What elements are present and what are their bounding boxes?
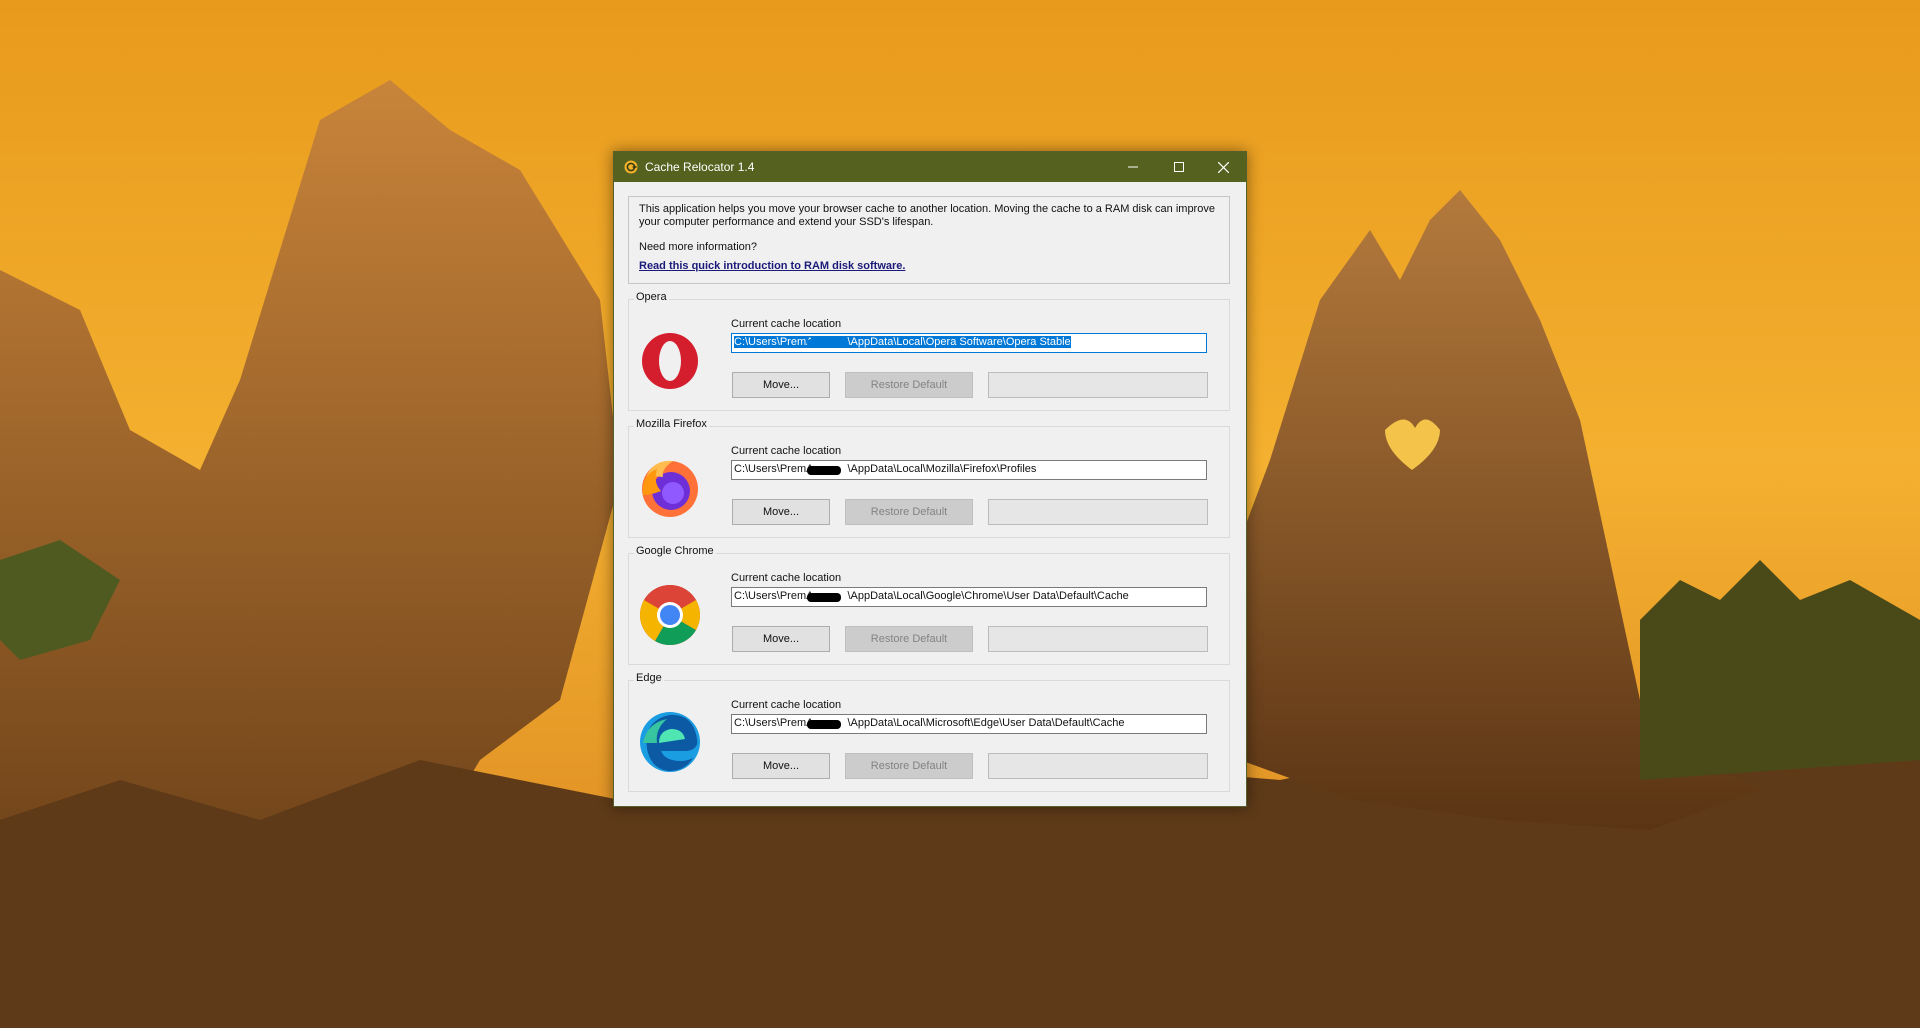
edge-move-button[interactable]: Move... <box>732 753 830 779</box>
opera-cache-path[interactable]: C:\Users\PremA \AppData\Local\Opera Softw… <box>731 333 1207 353</box>
path-prefix: C:\Users\PremA <box>734 590 814 602</box>
opera-move-button[interactable]: Move... <box>732 372 830 398</box>
firefox-progress-bar <box>988 499 1208 525</box>
cache-location-label: Current cache location <box>731 445 842 457</box>
firefox-restore-default-button[interactable]: Restore Default <box>845 499 973 525</box>
chrome-cache-path[interactable]: C:\Users\PremA \AppData\Local\Google\Chro… <box>731 587 1207 607</box>
opera-group: Opera Current cache location C:\Users\Pr… <box>628 291 1230 411</box>
chrome-progress-bar <box>988 626 1208 652</box>
edge-icon <box>640 712 700 772</box>
maximize-icon <box>1174 162 1184 172</box>
group-label-chrome: Google Chrome <box>634 545 716 557</box>
chrome-icon <box>639 584 701 646</box>
opera-progress-bar <box>988 372 1208 398</box>
ram-disk-link[interactable]: Read this quick introduction to RAM disk… <box>639 260 905 272</box>
path-suffix: \AppData\Local\Microsoft\Edge\User Data\… <box>847 717 1125 729</box>
redaction-mark <box>807 593 841 602</box>
cache-location-label: Current cache location <box>731 318 842 330</box>
firefox-cache-path[interactable]: C:\Users\PremA \AppData\Local\Mozilla\Fir… <box>731 460 1207 480</box>
chrome-group: Google Chrome Current cache location C:\… <box>628 545 1230 665</box>
edge-progress-bar <box>988 753 1208 779</box>
cache-location-label: Current cache location <box>731 572 842 584</box>
close-button[interactable] <box>1200 152 1246 182</box>
edge-group: Edge Current cache location C:\Users\Pre… <box>628 672 1230 792</box>
maximize-button[interactable] <box>1156 152 1202 182</box>
cache-location-label: Current cache location <box>731 699 842 711</box>
chrome-move-button[interactable]: Move... <box>732 626 830 652</box>
info-panel: This application helps you move your bro… <box>628 196 1230 284</box>
close-icon <box>1217 161 1229 173</box>
info-description: This application helps you move your bro… <box>639 203 1215 228</box>
firefox-group: Mozilla Firefox Current cache location C… <box>628 418 1230 538</box>
title-bar[interactable]: Cache Relocator 1.4 <box>614 152 1246 182</box>
group-label-edge: Edge <box>634 672 664 684</box>
app-window: Cache Relocator 1.4 This application hel… <box>613 151 1247 807</box>
redaction-mark <box>807 720 841 729</box>
redaction-mark <box>807 339 841 348</box>
path-prefix: C:\Users\PremA <box>734 336 814 348</box>
window-title: Cache Relocator 1.4 <box>645 160 755 174</box>
path-suffix: \AppData\Local\Mozilla\Firefox\Profiles <box>847 463 1037 475</box>
chrome-restore-default-button[interactable]: Restore Default <box>845 626 973 652</box>
firefox-icon <box>642 460 698 517</box>
edge-restore-default-button[interactable]: Restore Default <box>845 753 973 779</box>
minimize-icon <box>1128 166 1138 168</box>
edge-cache-path[interactable]: C:\Users\PremA \AppData\Local\Microsoft\E… <box>731 714 1207 734</box>
group-label-firefox: Mozilla Firefox <box>634 418 709 430</box>
path-prefix: C:\Users\PremA <box>734 717 814 729</box>
redaction-mark <box>807 466 841 475</box>
app-logo-icon <box>624 160 638 174</box>
group-label-opera: Opera <box>634 291 669 303</box>
opera-icon <box>642 333 698 389</box>
path-suffix: \AppData\Local\Google\Chrome\User Data\D… <box>847 590 1129 602</box>
opera-restore-default-button[interactable]: Restore Default <box>845 372 973 398</box>
minimize-button[interactable] <box>1110 152 1156 182</box>
path-prefix: C:\Users\PremA <box>734 463 814 475</box>
path-suffix: \AppData\Local\Opera Software\Opera Stab… <box>847 336 1071 348</box>
info-question: Need more information? <box>639 241 758 253</box>
firefox-move-button[interactable]: Move... <box>732 499 830 525</box>
